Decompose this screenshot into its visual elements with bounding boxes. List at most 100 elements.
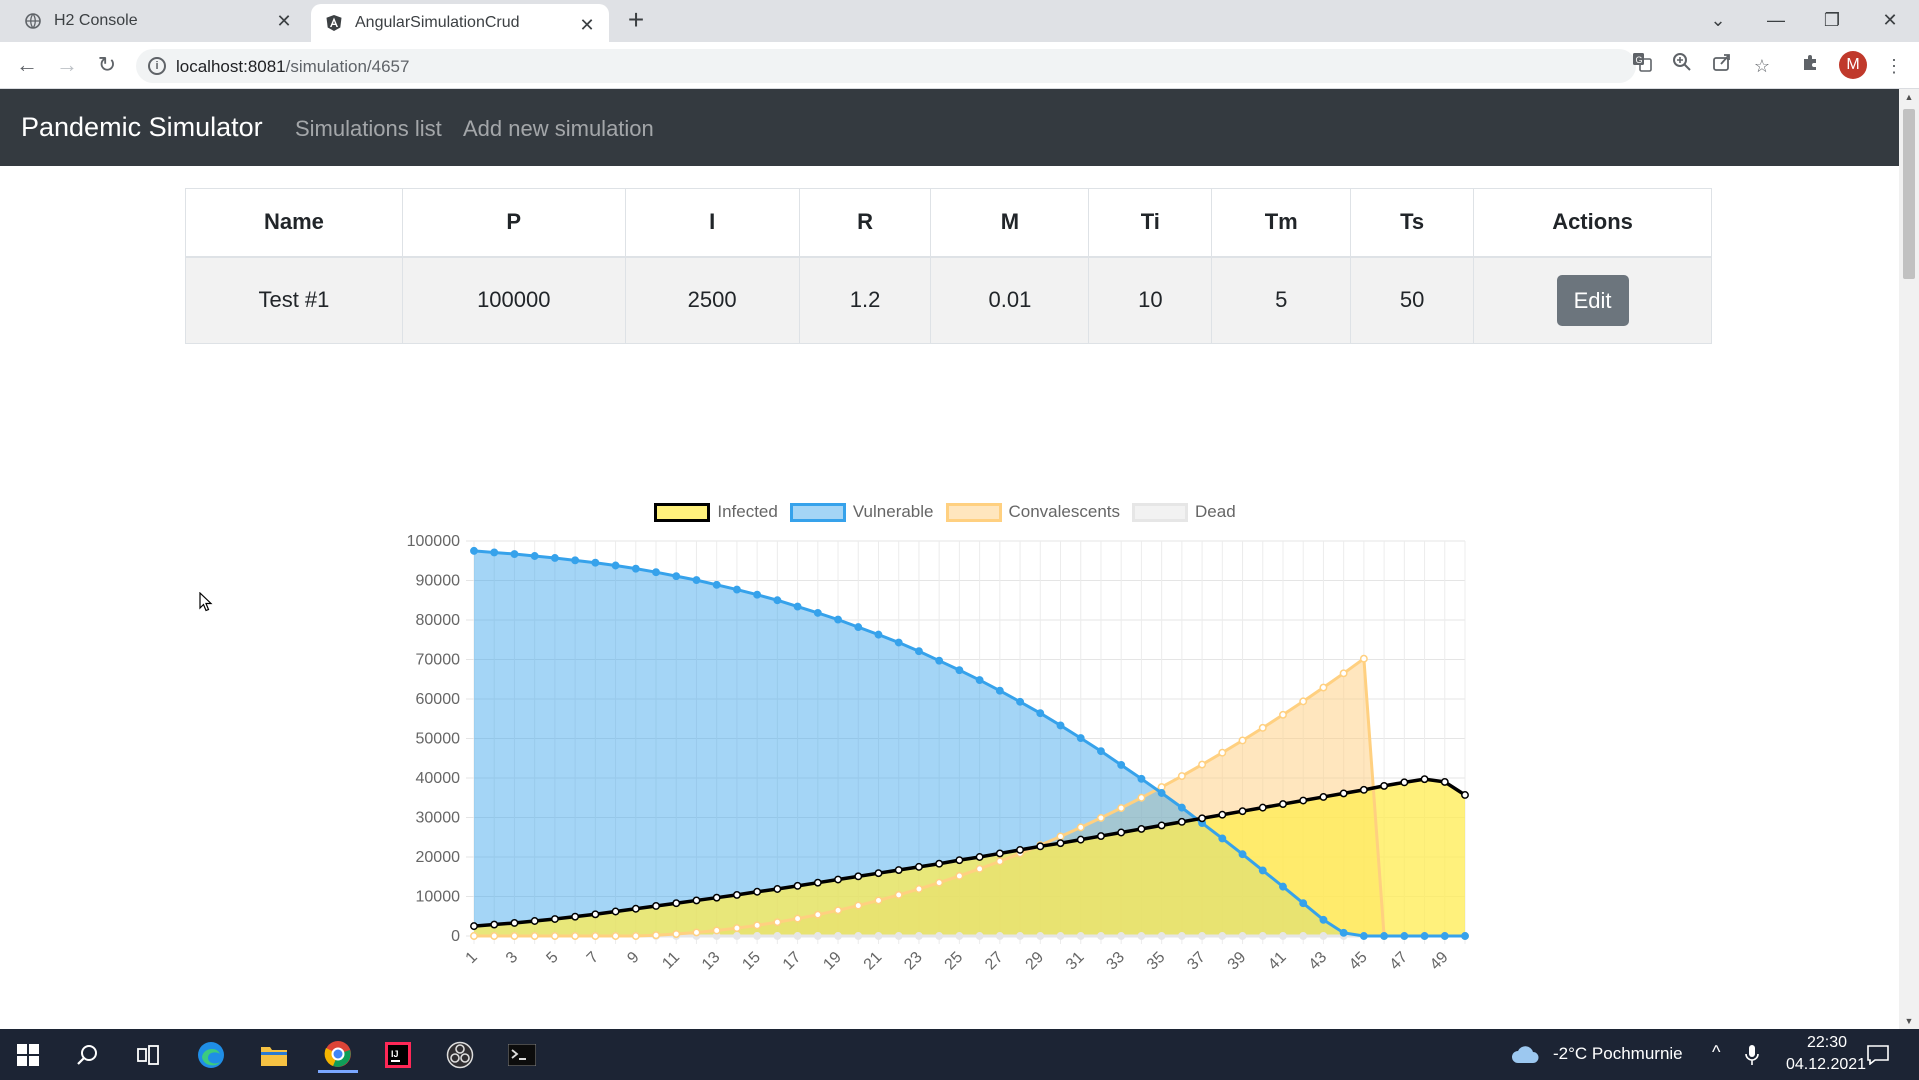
page-scrollbar[interactable]: ▲ ▼ <box>1899 89 1919 1029</box>
new-tab-button[interactable]: + <box>621 6 651 36</box>
zoom-icon[interactable] <box>1668 52 1696 80</box>
edit-button[interactable]: Edit <box>1556 274 1629 326</box>
search-icon[interactable] <box>70 1037 106 1073</box>
data-point <box>813 910 822 919</box>
data-point <box>1258 866 1267 875</box>
url-text: localhost:8081/simulation/4657 <box>176 57 410 76</box>
show-hidden-icons-chevron-icon[interactable]: ^ <box>1712 1042 1720 1063</box>
tab-angular-simulation-crud[interactable]: AngularSimulationCrud ✕ <box>311 4 609 42</box>
data-point <box>611 561 620 570</box>
legend-item-infected[interactable]: Infected <box>654 502 778 522</box>
data-point <box>914 885 923 893</box>
data-point <box>1299 932 1308 940</box>
nav-link-simulations-list[interactable]: Simulations list <box>295 116 442 142</box>
scroll-up-arrow-icon[interactable]: ▲ <box>1899 89 1919 105</box>
microphone-icon[interactable] <box>1740 1037 1764 1073</box>
minimize-icon[interactable]: — <box>1752 4 1800 36</box>
data-point <box>1056 932 1065 940</box>
back-icon[interactable]: ← <box>12 50 42 80</box>
forward-icon[interactable]: → <box>52 50 82 80</box>
obs-studio-icon[interactable] <box>442 1037 478 1073</box>
data-point <box>995 932 1004 940</box>
data-point <box>935 878 944 887</box>
reload-icon[interactable]: ↻ <box>92 50 122 80</box>
close-tab-icon[interactable]: ✕ <box>577 15 597 35</box>
data-point <box>571 932 580 940</box>
profile-avatar[interactable]: M <box>1839 51 1867 79</box>
y-tick-label: 90000 <box>416 573 461 590</box>
data-point <box>732 924 741 933</box>
data-point <box>1157 932 1166 940</box>
site-info-icon[interactable]: i <box>148 57 166 75</box>
data-point <box>773 885 782 893</box>
tab-h2-console[interactable]: H2 Console ✕ <box>24 0 306 42</box>
data-point <box>1279 800 1287 809</box>
data-point <box>975 932 984 940</box>
weather-text[interactable]: -2°C Pochmurnie <box>1553 1044 1683 1064</box>
notifications-icon[interactable] <box>1860 1037 1896 1073</box>
y-tick-label: 70000 <box>416 652 461 669</box>
intellij-icon[interactable]: IJ <box>380 1037 416 1073</box>
legend-item-dead[interactable]: Dead <box>1132 502 1236 522</box>
restore-icon[interactable]: ❐ <box>1808 4 1856 36</box>
terminal-icon[interactable] <box>504 1037 540 1073</box>
scrollbar-thumb[interactable] <box>1903 109 1915 279</box>
browser-menu-icon[interactable]: ⋮ <box>1880 52 1908 80</box>
tab-search-chevron-icon[interactable]: ⌄ <box>1694 4 1742 36</box>
extensions-puzzle-icon[interactable] <box>1797 52 1825 80</box>
browser-tab-strip: H2 Console ✕ AngularSimulationCrud ✕ + ⌄… <box>0 0 1919 42</box>
bookmark-star-icon[interactable]: ☆ <box>1748 52 1776 80</box>
app-brand[interactable]: Pandemic Simulator <box>21 112 263 143</box>
translate-icon[interactable]: G <box>1628 52 1656 80</box>
data-point <box>1218 932 1227 940</box>
data-point <box>652 931 660 940</box>
data-point <box>1359 932 1368 940</box>
weather-cloud-icon[interactable] <box>1510 1037 1540 1073</box>
url-input[interactable]: i localhost:8081/simulation/4657 <box>136 49 1636 83</box>
data-point <box>1137 793 1146 802</box>
data-point <box>1359 785 1368 794</box>
column-header: Ts <box>1350 188 1475 258</box>
data-point <box>1218 810 1227 819</box>
legend-item-convalescents[interactable]: Convalescents <box>945 502 1120 522</box>
data-point <box>1258 932 1267 940</box>
data-point <box>1440 932 1449 940</box>
data-point <box>611 932 620 940</box>
data-point <box>490 920 499 929</box>
clock-time[interactable]: 22:30 <box>1792 1034 1862 1052</box>
close-tab-icon[interactable]: ✕ <box>274 11 294 31</box>
data-point <box>1137 825 1146 833</box>
data-point <box>1319 793 1328 801</box>
scroll-down-arrow-icon[interactable]: ▼ <box>1899 1013 1919 1029</box>
data-point <box>1117 828 1126 837</box>
data-point <box>1400 932 1409 940</box>
chart-legend: Infected Vulnerable Convalescents Dead <box>380 500 1510 524</box>
data-point <box>975 853 984 861</box>
legend-swatch <box>654 502 711 522</box>
x-tick-label: 39 <box>1225 949 1250 974</box>
data-point <box>510 919 519 927</box>
data-point <box>1016 932 1025 940</box>
data-point <box>1137 774 1146 783</box>
data-point <box>914 647 923 656</box>
x-tick-label: 25 <box>942 949 967 974</box>
file-explorer-icon[interactable] <box>256 1037 292 1073</box>
edge-browser-icon[interactable] <box>193 1037 229 1073</box>
chrome-icon[interactable] <box>318 1037 358 1073</box>
y-tick-label: 20000 <box>416 849 461 866</box>
y-tick-label: 10000 <box>416 889 461 906</box>
task-view-icon[interactable] <box>130 1037 166 1073</box>
svg-text:IJ: IJ <box>391 1049 399 1059</box>
share-icon[interactable] <box>1708 52 1736 80</box>
data-point <box>773 596 782 605</box>
cell-actions: Edit <box>1473 256 1712 344</box>
data-point <box>1461 932 1469 940</box>
legend-item-vulnerable[interactable]: Vulnerable <box>789 502 934 522</box>
windows-start-icon[interactable] <box>10 1037 46 1073</box>
column-header: Ti <box>1088 188 1213 258</box>
data-point <box>1339 928 1348 937</box>
nav-link-add-new-simulation[interactable]: Add new simulation <box>463 116 654 142</box>
data-point <box>1157 821 1166 830</box>
data-point <box>854 901 863 910</box>
close-window-icon[interactable]: ✕ <box>1866 4 1914 36</box>
